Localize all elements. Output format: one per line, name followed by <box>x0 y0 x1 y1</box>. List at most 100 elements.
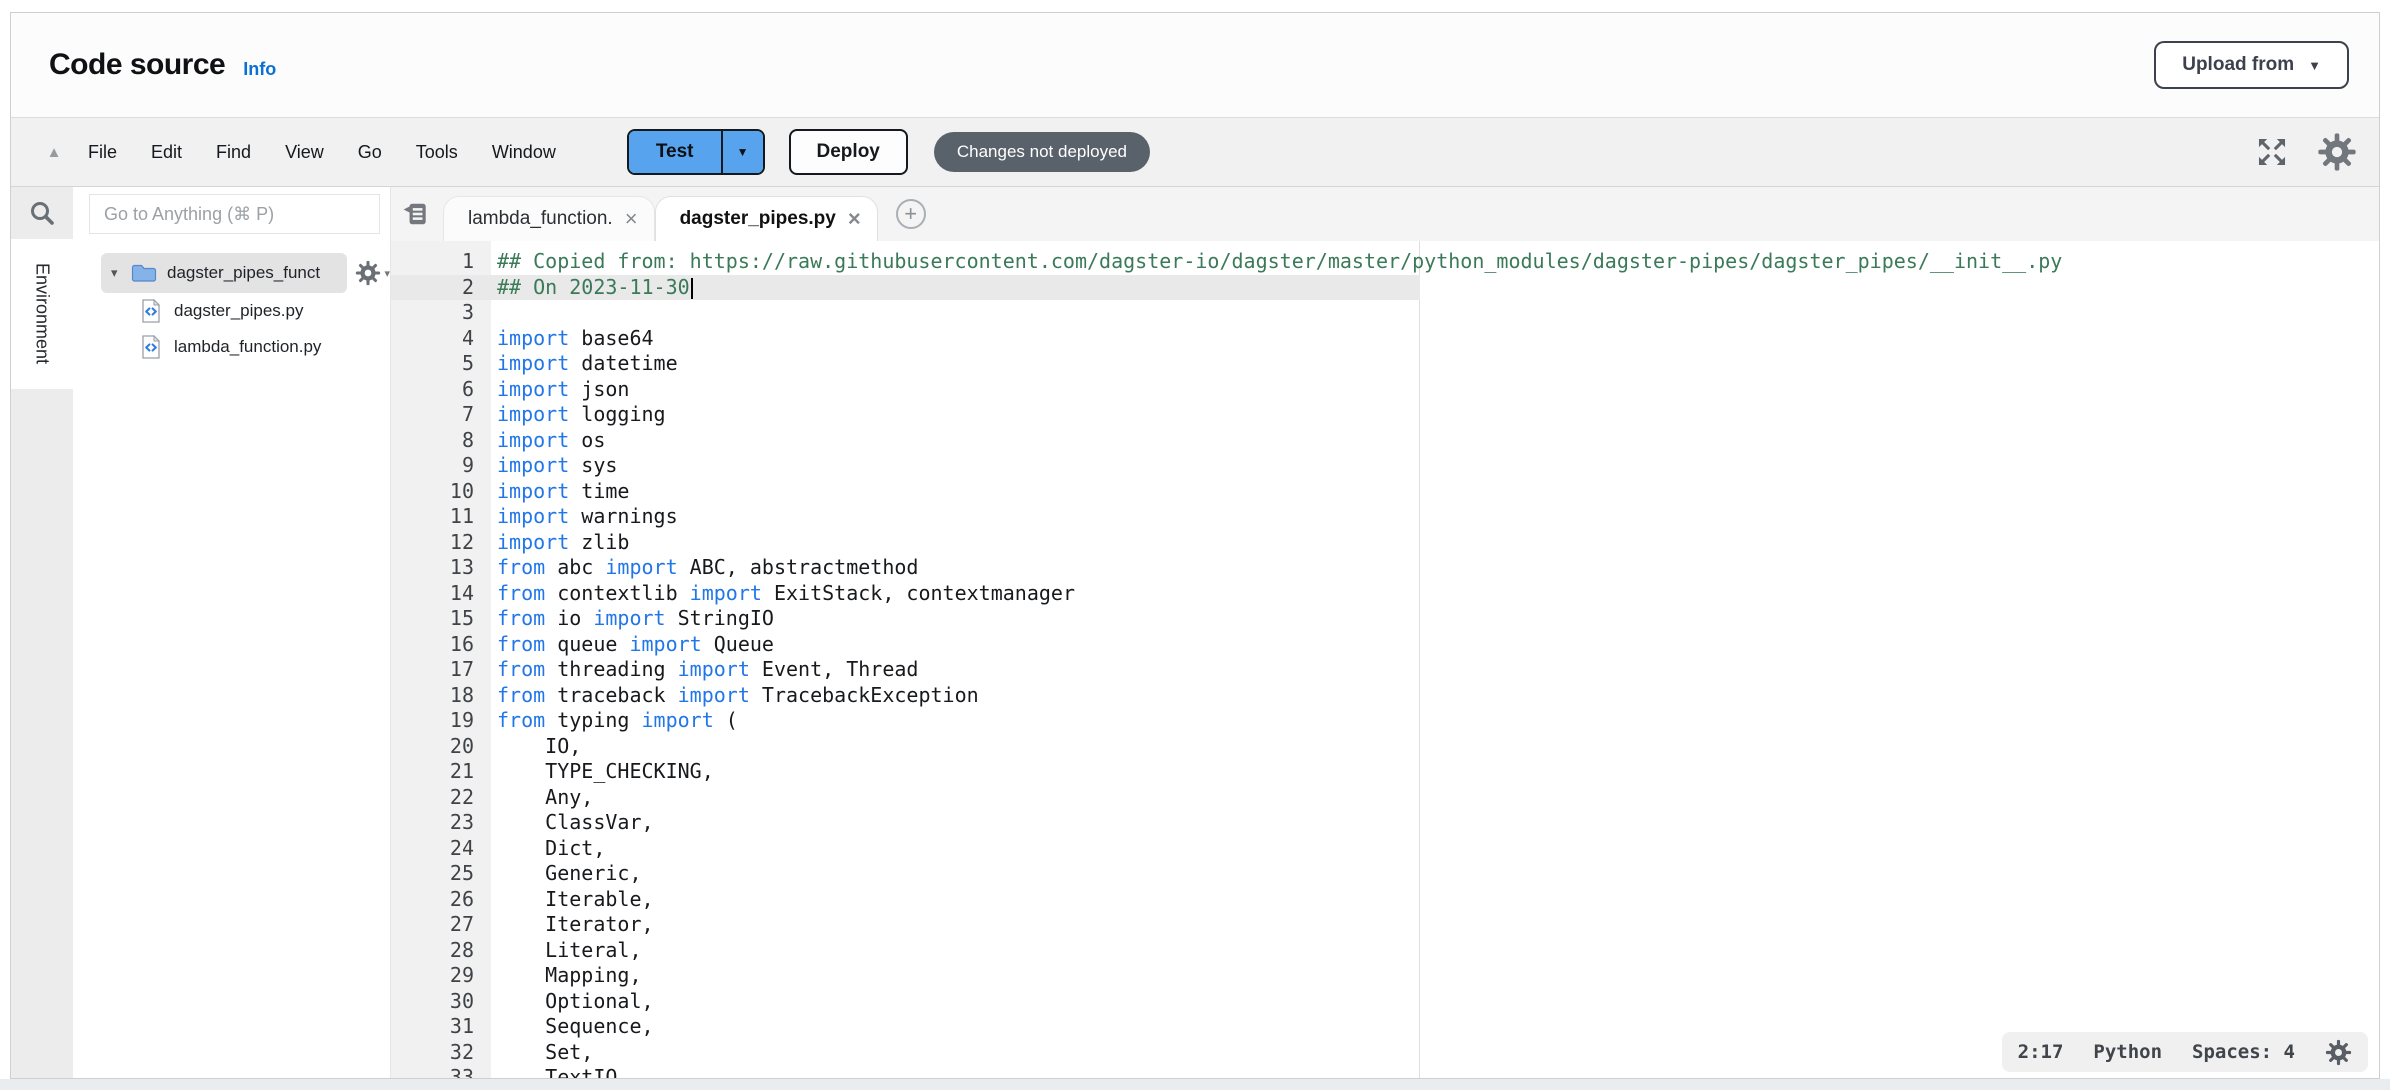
code-line-30[interactable]: 30 Optional, <box>391 989 2379 1015</box>
line-number: 10 <box>391 479 474 505</box>
line-number: 14 <box>391 581 474 607</box>
code-line-19[interactable]: 19from typing import ( <box>391 708 2379 734</box>
code-line-14[interactable]: 14from contextlib import ExitStack, cont… <box>391 581 2379 607</box>
line-number: 25 <box>391 861 474 887</box>
code-line-22[interactable]: 22 Any, <box>391 785 2379 811</box>
line-number: 27 <box>391 912 474 938</box>
line-number: 20 <box>391 734 474 760</box>
code-line-13[interactable]: 13from abc import ABC, abstractmethod <box>391 555 2379 581</box>
code-line-27[interactable]: 27 Iterator, <box>391 912 2379 938</box>
file-row-lambda-function[interactable]: lambda_function.py <box>73 329 390 365</box>
code-line-25[interactable]: 25 Generic, <box>391 861 2379 887</box>
code-line-5[interactable]: 5import datetime <box>391 351 2379 377</box>
line-number: 4 <box>391 326 474 352</box>
cursor-position[interactable]: 2:17 <box>2018 1041 2064 1063</box>
upload-from-button[interactable]: Upload from ▼ <box>2154 41 2349 89</box>
code-line-4[interactable]: 4import base64 <box>391 326 2379 352</box>
indentation-setting[interactable]: Spaces: 4 <box>2192 1041 2295 1063</box>
code-text: from abc import ABC, abstractmethod <box>497 555 918 581</box>
code-line-1[interactable]: 1## Copied from: https://raw.githubuserc… <box>391 249 2379 275</box>
deploy-button-label: Deploy <box>817 141 880 163</box>
code-line-9[interactable]: 9import sys <box>391 453 2379 479</box>
tree-settings-gear[interactable]: ▾ <box>355 260 390 286</box>
tab-lambda-function[interactable]: lambda_function. × <box>443 196 655 241</box>
code-text: import os <box>497 428 605 454</box>
code-line-29[interactable]: 29 Mapping, <box>391 963 2379 989</box>
line-number: 21 <box>391 759 474 785</box>
menu-window[interactable]: Window <box>475 142 573 163</box>
search-icon[interactable] <box>11 187 73 239</box>
menu-tools[interactable]: Tools <box>399 142 475 163</box>
menu-go[interactable]: Go <box>341 142 399 163</box>
code-line-7[interactable]: 7import logging <box>391 402 2379 428</box>
code-text: ClassVar, <box>497 810 654 836</box>
code-line-23[interactable]: 23 ClassVar, <box>391 810 2379 836</box>
file-row-dagster-pipes[interactable]: dagster_pipes.py <box>73 293 390 329</box>
gear-dropdown-caret-icon: ▾ <box>384 267 390 280</box>
code-line-26[interactable]: 26 Iterable, <box>391 887 2379 913</box>
main-area: Environment ▾ dagster_pipes_funct <box>11 187 2379 1078</box>
line-number: 19 <box>391 708 474 734</box>
new-tab-icon[interactable]: + <box>896 199 926 229</box>
menu-file[interactable]: File <box>71 142 134 163</box>
code-line-18[interactable]: 18from traceback import TracebackExcepti… <box>391 683 2379 709</box>
folder-icon <box>131 263 157 283</box>
settings-gear-icon[interactable] <box>2317 132 2357 172</box>
code-line-3[interactable]: 3 <box>391 300 2379 326</box>
code-line-21[interactable]: 21 TYPE_CHECKING, <box>391 759 2379 785</box>
code-line-6[interactable]: 6import json <box>391 377 2379 403</box>
fullscreen-icon[interactable] <box>2255 135 2289 169</box>
code-line-20[interactable]: 20 IO, <box>391 734 2379 760</box>
test-button[interactable]: Test <box>629 131 721 173</box>
info-link[interactable]: Info <box>243 59 276 80</box>
code-line-17[interactable]: 17from threading import Event, Thread <box>391 657 2379 683</box>
tab-close-icon[interactable]: × <box>625 209 638 229</box>
code-line-28[interactable]: 28 Literal, <box>391 938 2379 964</box>
language-mode[interactable]: Python <box>2093 1041 2162 1063</box>
code-line-16[interactable]: 16from queue import Queue <box>391 632 2379 658</box>
menu-view[interactable]: View <box>268 142 341 163</box>
page-bottom-strip <box>0 1079 2390 1090</box>
code-line-24[interactable]: 24 Dict, <box>391 836 2379 862</box>
line-number: 9 <box>391 453 474 479</box>
code-text: from traceback import TracebackException <box>497 683 979 709</box>
gear-icon <box>355 260 381 286</box>
text-cursor <box>691 278 693 299</box>
test-split-button[interactable]: Test ▼ <box>627 129 765 175</box>
code-text: import datetime <box>497 351 678 377</box>
environment-tab[interactable]: Environment <box>11 239 73 389</box>
menu-find[interactable]: Find <box>199 142 268 163</box>
code-line-12[interactable]: 12import zlib <box>391 530 2379 556</box>
test-dropdown-button[interactable]: ▼ <box>721 131 763 173</box>
status-gear-icon[interactable] <box>2325 1039 2352 1066</box>
code-line-10[interactable]: 10import time <box>391 479 2379 505</box>
code-text: Mapping, <box>497 963 642 989</box>
code-editor[interactable]: 1## Copied from: https://raw.githubuserc… <box>391 241 2379 1078</box>
code-line-15[interactable]: 15from io import StringIO <box>391 606 2379 632</box>
menu-bar: ▲ FileEditFindViewGoToolsWindow Test ▼ D… <box>11 117 2379 187</box>
code-text: Dict, <box>497 836 605 862</box>
code-line-11[interactable]: 11import warnings <box>391 504 2379 530</box>
code-line-2[interactable]: 2## On 2023-11-30 <box>391 275 2379 301</box>
line-number: 6 <box>391 377 474 403</box>
menu-edit[interactable]: Edit <box>134 142 199 163</box>
tab-label: lambda_function. <box>468 208 613 230</box>
line-number: 28 <box>391 938 474 964</box>
line-number: 33 <box>391 1065 474 1078</box>
code-line-8[interactable]: 8import os <box>391 428 2379 454</box>
folder-expand-caret-icon[interactable]: ▾ <box>111 265 131 281</box>
deploy-button[interactable]: Deploy <box>789 129 908 175</box>
code-text: IO, <box>497 734 581 760</box>
tab-dagster-pipes[interactable]: dagster_pipes.py × <box>655 196 878 241</box>
line-number: 26 <box>391 887 474 913</box>
tab-list-icon[interactable] <box>399 187 433 241</box>
goto-anything-input[interactable] <box>89 194 380 234</box>
collapse-panel-icon[interactable]: ▲ <box>37 144 71 161</box>
code-text: Iterator, <box>497 912 654 938</box>
line-number: 17 <box>391 657 474 683</box>
file-label: dagster_pipes.py <box>174 301 303 321</box>
chevron-down-icon: ▼ <box>2308 58 2321 73</box>
folder-dagster-pipes-function[interactable]: ▾ dagster_pipes_funct <box>101 253 347 293</box>
line-number: 24 <box>391 836 474 862</box>
tab-close-icon[interactable]: × <box>848 209 861 229</box>
